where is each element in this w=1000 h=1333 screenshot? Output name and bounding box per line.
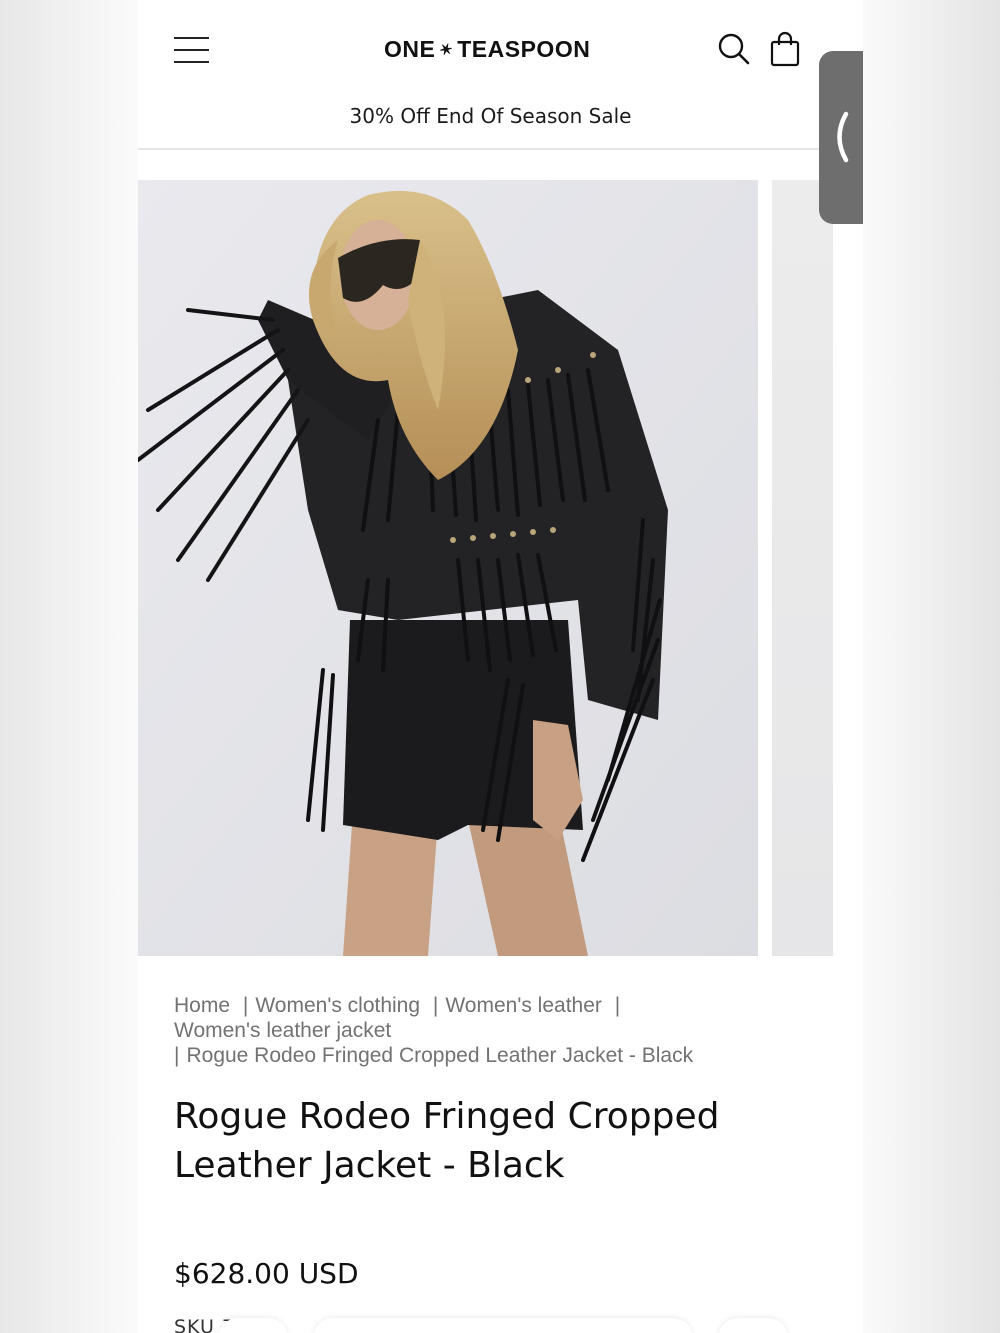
bottom-overlay-bar[interactable] bbox=[313, 1318, 693, 1333]
breadcrumb-separator: | bbox=[432, 994, 439, 1017]
logo-star-icon: ✶ bbox=[436, 40, 456, 61]
hamburger-menu-icon[interactable] bbox=[174, 34, 210, 66]
logo-text-teaspoon: TEASPOON bbox=[457, 36, 591, 62]
breadcrumb-womens-leather-jacket[interactable]: Women's leather jacket bbox=[174, 1019, 391, 1042]
product-price: $628.00 USD bbox=[174, 1257, 359, 1290]
shopping-bag-icon[interactable] bbox=[770, 31, 800, 67]
brand-logo[interactable]: ONE✶TEASPOON bbox=[384, 36, 590, 63]
breadcrumb-home[interactable]: Home bbox=[174, 994, 230, 1017]
breadcrumb-current: Rogue Rodeo Fringed Cropped Leather Jack… bbox=[186, 1044, 694, 1067]
product-title: Rogue Rodeo Fringed Cropped Leather Jack… bbox=[174, 1096, 720, 1186]
product-image-main[interactable] bbox=[138, 180, 758, 956]
side-drawer-tab[interactable] bbox=[819, 51, 863, 224]
breadcrumb-separator: | bbox=[242, 994, 249, 1017]
search-icon[interactable] bbox=[718, 33, 750, 65]
breadcrumb-separator: | bbox=[174, 1044, 180, 1067]
breadcrumb-womens-leather[interactable]: Women's leather bbox=[445, 994, 602, 1017]
logo-text-one: ONE bbox=[384, 36, 436, 62]
breadcrumb: Home | Women's clothing | Women's leather … bbox=[174, 993, 774, 1068]
breadcrumb-womens-clothing[interactable]: Women's clothing bbox=[255, 994, 420, 1017]
mobile-screen: ONE✶TEASPOON 30% Off End Of Season Sale bbox=[138, 0, 863, 1333]
breadcrumb-separator: | bbox=[614, 994, 621, 1017]
product-image-next[interactable] bbox=[772, 180, 833, 956]
bottom-overlay-button[interactable] bbox=[718, 1318, 788, 1333]
header-divider bbox=[138, 148, 843, 150]
promo-banner[interactable]: 30% Off End Of Season Sale bbox=[138, 104, 843, 128]
bottom-overlay-button[interactable] bbox=[218, 1318, 288, 1333]
chevron-left-icon bbox=[837, 111, 849, 163]
